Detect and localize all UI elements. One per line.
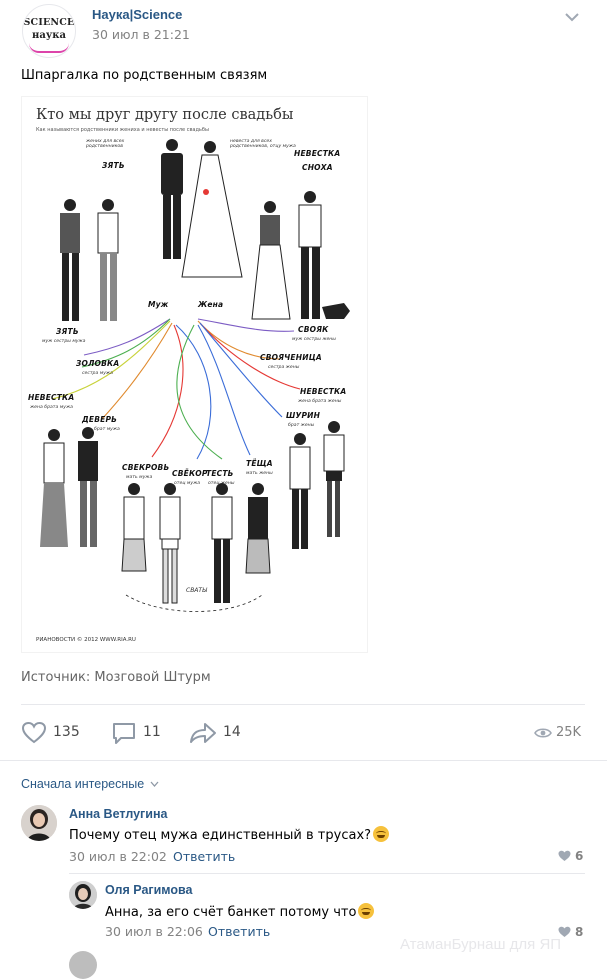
label-svoyak-note: муж сестры жены [292, 337, 336, 342]
chevron-down-icon [150, 781, 159, 787]
avatar[interactable] [69, 951, 97, 979]
laughing-emoji-icon [358, 903, 375, 919]
share-icon[interactable] [189, 721, 217, 745]
chevron-down-icon[interactable] [563, 10, 581, 24]
label-zyat: ЗЯТЬ [56, 327, 79, 336]
post-date[interactable]: 30 июл в 21:21 [92, 27, 190, 42]
arrow-shurin [199, 322, 283, 418]
label-tescha-note: мать жены [246, 471, 273, 476]
label-svaty: СВАТЫ [186, 587, 207, 594]
svaty-arc [125, 594, 263, 612]
avatar[interactable] [21, 805, 57, 841]
label-dever-note: брат мужа [94, 427, 120, 432]
divider [69, 873, 585, 874]
label-nevestka-left: НЕВЕСТКА [28, 393, 75, 402]
label-snokha: СНОХА [302, 163, 333, 172]
share-count[interactable]: 14 [223, 724, 241, 740]
post-image[interactable]: Кто мы друг другу после свадьбы Как назы… [21, 96, 368, 653]
comments-sort-dropdown[interactable]: Сначала интересные [21, 777, 159, 791]
heart-icon[interactable] [558, 850, 571, 862]
family-diagram [40, 139, 350, 612]
arrow-tescha [197, 324, 251, 456]
label-svekrov-note: мать мужа [126, 475, 153, 480]
image-credit: РИАНОВОСТИ © 2012 WWW.RIA.RU [36, 637, 136, 643]
view-count: 25K [556, 725, 582, 740]
comment-author[interactable]: Анна Ветлугина [69, 807, 167, 821]
avatar-photo [69, 881, 97, 909]
avatar[interactable] [69, 881, 97, 909]
heart-icon[interactable] [21, 721, 47, 745]
comment-text-content: Анна, за его счёт банкет потому что [105, 905, 357, 920]
comment-author[interactable]: Оля Рагимова [105, 883, 192, 897]
comment-like-count: 6 [575, 849, 584, 863]
label-zyat-top: ЗЯТЬ [102, 161, 125, 170]
arrow-svoyak [197, 318, 295, 332]
label-svoyachenitsa: СВОЯЧЕНИЦА [260, 353, 322, 362]
group-avatar[interactable]: SCIENCE наука [22, 4, 76, 58]
comment-text: Почему отец мужа единственный в трусах? [69, 826, 390, 843]
divider [0, 760, 607, 761]
reply-button[interactable]: Ответить [208, 924, 270, 939]
laughing-emoji-icon [373, 826, 390, 842]
comment-date[interactable]: 30 июл в 22:02 [69, 849, 167, 864]
sort-label: Сначала интересные [21, 777, 145, 791]
label-tescha: ТЁЩА [246, 459, 273, 468]
comment-text: Анна, за его счёт банкет потому что [105, 903, 375, 920]
label-svekor: СВЁКОР [172, 469, 208, 478]
label-zhena: Жена [198, 300, 224, 309]
label-shurin-note: брат жены [288, 423, 315, 428]
arrow-test [176, 324, 223, 460]
label-zolovka: ЗОЛОВКА [76, 359, 120, 368]
comment-text-content: Почему отец мужа единственный в трусах? [69, 828, 372, 843]
label-shurin: ШУРИН [286, 411, 321, 420]
avatar-text-line2: наука [32, 30, 66, 41]
label-dever: ДЕВЕРЬ [82, 415, 118, 424]
label-zyat-top-note: жених для всех родственников [86, 139, 125, 149]
divider [21, 704, 585, 705]
label-zolovka-note: сестра мужа [82, 371, 113, 376]
avatar-photo [21, 805, 57, 841]
post-source: Источник: Мозговой Штурм [21, 670, 211, 685]
label-svoyachenitsa-note: сестра жены [268, 365, 300, 370]
reply-button[interactable]: Ответить [173, 849, 235, 864]
group-name-link[interactable]: Наука|Science [92, 7, 182, 22]
label-muzh: Муж [148, 300, 169, 309]
label-test-note: отец жены [208, 481, 235, 486]
label-svekrov: СВЕКРОВЬ [122, 463, 170, 472]
label-zyat-note: муж сестры мужа [42, 339, 86, 344]
label-nevestka-right-note: жена брата жены [298, 399, 342, 404]
avatar-text-line1: SCIENCE [23, 17, 75, 28]
label-test: ТЕСТЬ [206, 469, 234, 478]
arrow-svekrov [151, 324, 184, 458]
comment-date[interactable]: 30 июл в 22:06 [105, 924, 203, 939]
label-nevestka-top-note: невеста для всех родственников, отцу муж… [230, 139, 296, 149]
label-svekor-note: отец мужа [174, 481, 201, 486]
comment-count[interactable]: 11 [143, 724, 161, 740]
label-svoyak: СВОЯК [298, 325, 329, 334]
label-nevestka-left-note: жена брата мужа [30, 405, 73, 410]
arrow-zolovka [83, 318, 171, 356]
label-nevestka-right: НЕВЕСТКА [300, 387, 347, 396]
post-text: Шпаргалка по родственным связям [21, 68, 268, 83]
like-count[interactable]: 135 [53, 724, 80, 740]
eye-icon [534, 728, 552, 738]
label-nevestka-top: НЕВЕСТКА [294, 149, 341, 158]
watermark: АтаманБурнаш для ЯП [400, 936, 562, 953]
comment-icon[interactable] [111, 721, 137, 745]
comment-like-count: 8 [575, 925, 584, 939]
avatar-arc [29, 43, 69, 53]
